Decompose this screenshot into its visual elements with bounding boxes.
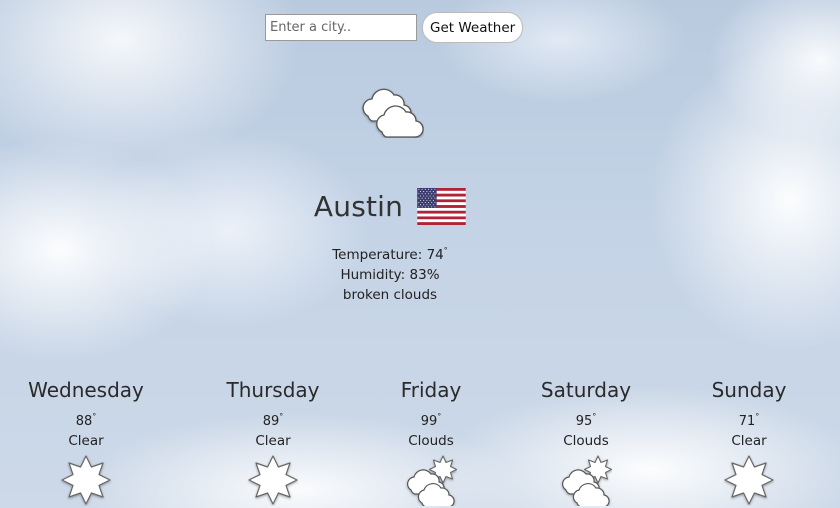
forecast-temp: 88° bbox=[6, 407, 166, 432]
temperature-value: Temperature: 74 bbox=[332, 247, 444, 263]
forecast-day-name: Sunday bbox=[711, 378, 787, 402]
forecast-condition: Clear bbox=[255, 433, 291, 449]
degree-symbol: ° bbox=[279, 412, 284, 421]
search-bar: Get Weather bbox=[265, 12, 524, 43]
forecast-day: Thursday 89° Clear bbox=[193, 377, 353, 506]
get-weather-button[interactable]: Get Weather bbox=[422, 12, 524, 43]
forecast-day: Sunday 71° Clear bbox=[669, 377, 829, 506]
forecast-row: Wednesday 88° Clear Thursday 89° Clear Friday 9… bbox=[0, 377, 840, 508]
humidity-text: Humidity: 83% bbox=[340, 267, 440, 283]
forecast-day: Wednesday 88° Clear bbox=[6, 377, 166, 506]
forecast-condition: Clouds bbox=[563, 433, 609, 449]
degree-symbol: ° bbox=[755, 412, 760, 421]
city-name: Austin bbox=[313, 190, 404, 223]
degree-symbol: ° bbox=[92, 412, 97, 421]
current-details: Temperature: 74° Humidity: 83% broken cl… bbox=[0, 241, 780, 305]
forecast-day-name: Friday bbox=[400, 378, 462, 402]
cloudy-icon bbox=[358, 86, 424, 138]
degree-symbol: ° bbox=[437, 412, 442, 421]
city-search-input[interactable] bbox=[265, 14, 417, 41]
sun-icon bbox=[723, 454, 775, 506]
weather-description: broken clouds bbox=[342, 287, 438, 303]
forecast-day-name: Saturday bbox=[540, 378, 632, 402]
forecast-day-name: Wednesday bbox=[28, 378, 144, 402]
forecast-temp: 89° bbox=[193, 407, 353, 432]
forecast-condition: Clear bbox=[731, 433, 767, 449]
forecast-temp-value: 95 bbox=[575, 414, 593, 429]
us-flag-icon bbox=[417, 188, 466, 225]
forecast-temp: 99° bbox=[351, 407, 511, 432]
forecast-temp-value: 71 bbox=[738, 414, 756, 429]
degree-symbol: ° bbox=[443, 246, 448, 255]
temperature-text: Temperature: 74° bbox=[0, 241, 780, 265]
forecast-day: Saturday 95° Clouds bbox=[506, 377, 666, 506]
forecast-temp-value: 88 bbox=[75, 414, 93, 429]
forecast-temp-value: 89 bbox=[262, 414, 280, 429]
sun-icon bbox=[247, 454, 299, 506]
degree-symbol: ° bbox=[592, 412, 597, 421]
forecast-day-name: Thursday bbox=[226, 378, 320, 402]
partly-cloudy-icon bbox=[405, 454, 457, 506]
city-header: Austin bbox=[0, 188, 780, 225]
forecast-condition: Clouds bbox=[408, 433, 454, 449]
forecast-day: Friday 99° Clouds bbox=[351, 377, 511, 506]
forecast-temp: 71° bbox=[669, 407, 829, 432]
forecast-temp-value: 99 bbox=[420, 414, 438, 429]
forecast-temp: 95° bbox=[506, 407, 666, 432]
partly-cloudy-icon bbox=[560, 454, 612, 506]
sun-icon bbox=[60, 454, 112, 506]
forecast-condition: Clear bbox=[68, 433, 104, 449]
